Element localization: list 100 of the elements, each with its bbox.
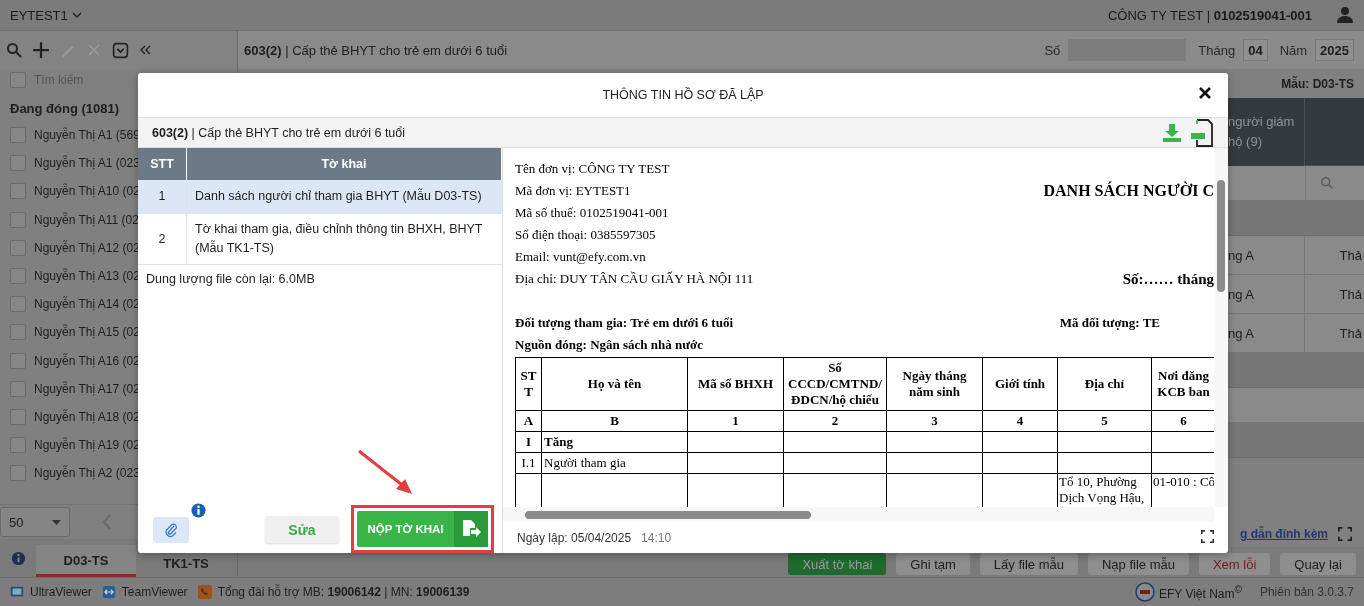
unit-name[interactable]: EYTEST1 bbox=[10, 7, 68, 23]
table-cell: A bbox=[515, 410, 542, 432]
search-icon[interactable] bbox=[6, 42, 22, 58]
document-line: Tên đơn vị: CÔNG TY TEST bbox=[515, 161, 670, 177]
table-cell: Thả bbox=[1305, 275, 1364, 314]
tab[interactable]: D03-TS bbox=[36, 545, 136, 577]
logo-icon bbox=[1134, 582, 1155, 602]
created-time: 14:10 bbox=[641, 530, 672, 545]
xml-file-icon[interactable] bbox=[1190, 118, 1214, 147]
column-header: Số CCCD/CMTND/ ĐDCN/hộ chiếu bbox=[783, 357, 887, 411]
app-link[interactable]: TeamViewer bbox=[121, 585, 188, 599]
action-button[interactable]: Quay lại bbox=[1280, 553, 1356, 575]
app-link[interactable]: UltraViewer bbox=[30, 585, 92, 599]
document-line: Số điện thoại: 0385597305 bbox=[515, 227, 656, 243]
horizontal-scrollbar[interactable] bbox=[503, 507, 1214, 522]
checkbox[interactable] bbox=[10, 465, 26, 482]
document-line: Email: vunt@efy.com.vn bbox=[515, 249, 646, 265]
checkbox[interactable] bbox=[10, 239, 26, 256]
paperclip-icon bbox=[164, 522, 178, 538]
column-header: STT bbox=[138, 148, 187, 180]
checkbox[interactable] bbox=[10, 72, 26, 88]
info-icon[interactable] bbox=[10, 550, 26, 566]
table-cell: 2 bbox=[783, 410, 887, 432]
column-header: người giám hộ (9) bbox=[1228, 98, 1305, 166]
info-icon[interactable] bbox=[191, 503, 206, 518]
table-cell: Tăng bbox=[541, 431, 688, 453]
form-row[interactable]: 2 Tờ khai tham gia, điều chỉnh thông tin BHXH, BHYT (Mẫu TK1-TS) bbox=[138, 213, 502, 265]
fullscreen-icon[interactable] bbox=[1201, 529, 1214, 543]
group-heading: Đang đóng (1081) bbox=[9, 99, 121, 118]
table-cell: 1 bbox=[687, 410, 784, 432]
month-field[interactable]: 04 bbox=[1243, 39, 1268, 61]
checkbox[interactable] bbox=[10, 324, 26, 341]
year-field[interactable]: 2025 bbox=[1315, 39, 1354, 61]
table-cell: ng A bbox=[1228, 236, 1305, 275]
field-label: Số bbox=[1044, 42, 1061, 58]
table-cell: 4 bbox=[982, 410, 1058, 432]
action-button[interactable]: Xuất tờ khai bbox=[788, 553, 887, 575]
plus-icon[interactable] bbox=[32, 41, 50, 59]
template-label: Mẫu: D03-TS bbox=[1281, 76, 1354, 91]
column-header: Họ và tên bbox=[541, 357, 688, 411]
search-icon[interactable] bbox=[1320, 176, 1334, 190]
checkbox[interactable] bbox=[10, 155, 26, 172]
storage-info: Dung lượng file còn lại: 6.0MB bbox=[145, 271, 316, 288]
table-cell: Người tham gia bbox=[541, 452, 688, 474]
document-line: Mã số thuế: 0102519041-001 bbox=[515, 205, 669, 221]
action-button[interactable]: Lấy file mẫu bbox=[979, 553, 1078, 575]
column-header: STT bbox=[515, 357, 542, 411]
created-date: Ngày lập: 05/04/2025 bbox=[517, 530, 632, 545]
chevron-down-icon[interactable] bbox=[70, 9, 83, 21]
column-header: Mã số BHXH bbox=[687, 357, 784, 411]
list-item[interactable]: Nguyễn Thị A11 (02 bbox=[34, 212, 139, 227]
table-cell: 5 bbox=[1057, 410, 1152, 432]
user-icon[interactable] bbox=[1336, 6, 1354, 24]
action-button[interactable]: Nạp file mẫu bbox=[1087, 553, 1189, 575]
table-cell: Thả bbox=[1305, 314, 1364, 353]
vertical-scrollbar[interactable] bbox=[1214, 148, 1228, 507]
double-chevron-left-icon[interactable] bbox=[139, 43, 151, 57]
submit-button[interactable]: NỘP TỜ KHAI bbox=[357, 511, 488, 547]
table-cell: B bbox=[541, 410, 688, 432]
table-cell: I.1 bbox=[515, 452, 542, 474]
column-header: Ngày tháng năm sinh bbox=[886, 357, 983, 411]
monitor-icon bbox=[10, 585, 24, 599]
edit-button[interactable]: Sửa bbox=[265, 516, 339, 543]
checkbox[interactable] bbox=[10, 408, 26, 425]
caret-icon bbox=[52, 519, 61, 525]
download-icon[interactable] bbox=[1162, 122, 1182, 143]
company-info: CÔNG TY TEST | 0102519041-001 bbox=[1107, 7, 1312, 23]
document-line: Địa chỉ: DUY TÂN CẦU GIẤY HÀ NỘI 111 bbox=[515, 271, 754, 287]
attachment-guide-link[interactable]: g dẫn đính kèm bbox=[1240, 527, 1328, 541]
document-line: Nguồn đóng: Ngân sách nhà nước bbox=[515, 337, 704, 353]
document-line: Mã đối tượng: TE bbox=[1059, 315, 1160, 331]
checkbox[interactable] bbox=[10, 437, 26, 454]
table-cell: 3 bbox=[886, 410, 983, 432]
checkbox[interactable] bbox=[10, 352, 26, 369]
document-number: Số:…… tháng bbox=[1122, 270, 1214, 288]
checkbox[interactable] bbox=[10, 380, 26, 397]
table-cell: Thả bbox=[1305, 236, 1364, 275]
checkbox[interactable] bbox=[10, 296, 26, 313]
action-button[interactable]: Xem lỗi bbox=[1198, 553, 1271, 575]
document-line: Mã đơn vị: EYTEST1 bbox=[515, 183, 631, 199]
attach-button[interactable] bbox=[153, 517, 189, 543]
checkbox[interactable] bbox=[10, 183, 26, 200]
document-title: DANH SÁCH NGƯỜI C bbox=[1043, 182, 1214, 200]
dialog-subtitle: 603(2) | Cấp thẻ BHYT cho trẻ em dưới 6 tuổi bbox=[152, 125, 406, 140]
checkbox[interactable] bbox=[10, 127, 26, 144]
brand-name: EFY Việt Nam$^{©}$ bbox=[1158, 583, 1242, 601]
dropdown-square-icon[interactable] bbox=[112, 41, 129, 59]
table-cell: I bbox=[515, 431, 542, 453]
field-label: Năm bbox=[1279, 42, 1308, 58]
checkbox[interactable] bbox=[10, 268, 26, 285]
field-label: Tháng bbox=[1198, 42, 1236, 58]
action-button[interactable]: Ghi tạm bbox=[896, 553, 970, 575]
checkbox[interactable] bbox=[10, 211, 26, 228]
page-size-select[interactable]: 50 bbox=[0, 507, 70, 537]
dialog-title: THÔNG TIN HỒ SƠ ĐÃ LẬP bbox=[602, 88, 764, 102]
table-cell: ng A bbox=[1228, 314, 1305, 353]
column-header: Giới tính bbox=[982, 357, 1058, 411]
file-send-icon bbox=[461, 519, 481, 539]
phone-icon bbox=[197, 585, 212, 599]
record-title: 603(2) | Cấp thẻ BHYT cho trẻ em dưới 6 tuổi bbox=[244, 42, 508, 58]
